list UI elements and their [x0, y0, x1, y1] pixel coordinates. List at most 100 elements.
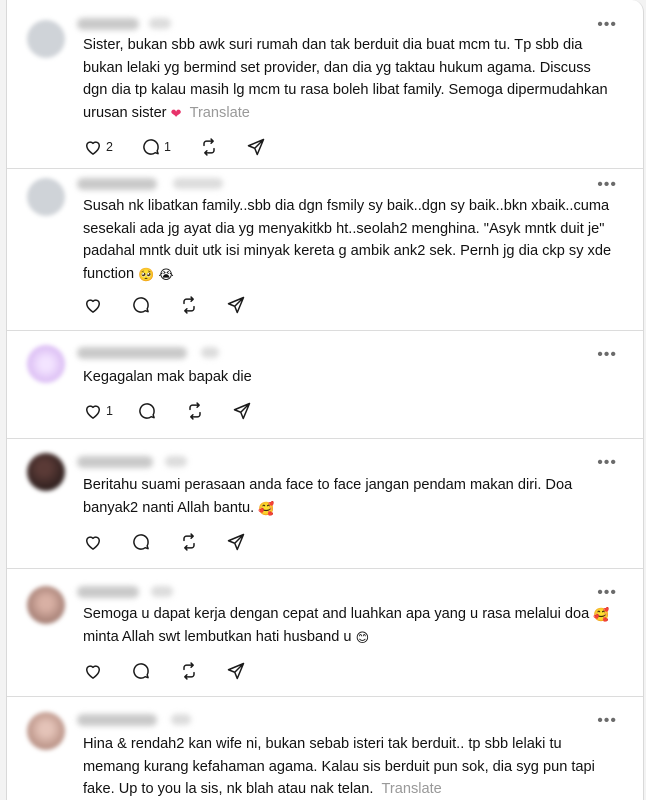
- post-text: Hina & rendah2 kan wife ni, bukan sebab …: [83, 733, 631, 800]
- comment-icon: [133, 534, 149, 550]
- repost-icon: [189, 402, 201, 420]
- post-line: minta Allah swt lembutkan hati husband u…: [83, 626, 631, 649]
- send-icon: [227, 662, 245, 680]
- post-line: Sister, bukan sbb awk suri rumah dan tak…: [83, 37, 583, 53]
- repost-button[interactable]: [179, 661, 199, 681]
- share-button[interactable]: [246, 137, 266, 157]
- avatar[interactable]: [27, 178, 65, 216]
- like-count: 1: [106, 404, 113, 418]
- reply-button[interactable]: [131, 661, 151, 681]
- translate-link[interactable]: Translate: [190, 105, 250, 121]
- send-icon: [247, 138, 265, 156]
- comment-icon: [133, 297, 149, 313]
- like-button[interactable]: [83, 532, 103, 552]
- send-icon: [227, 296, 245, 314]
- translate-link[interactable]: Translate: [382, 781, 442, 797]
- post-text: Susah nk libatkan family..sbb dia dgn fs…: [83, 195, 631, 285]
- post-line-text: fake. Up to you la sis, nk blah atau nak…: [83, 781, 374, 797]
- post-line: Semoga u dapat kerja dengan cepat and lu…: [83, 603, 631, 626]
- timestamp-blurred: [173, 178, 223, 189]
- reply-post: ••• Hina & rendah2 kan wife ni, bukan se…: [7, 696, 643, 800]
- action-bar: [83, 531, 246, 553]
- repost-button[interactable]: [179, 295, 199, 315]
- action-bar: [83, 660, 246, 682]
- action-bar: 1: [83, 400, 252, 422]
- heart-icon: [86, 536, 100, 550]
- heart-icon: [86, 405, 100, 419]
- replies-feed: ••• Sister, bukan sbb awk suri rumah dan…: [6, 0, 644, 800]
- username-blurred[interactable]: [77, 586, 139, 598]
- pleading-face-emoji-icon: 🥺: [138, 266, 155, 282]
- share-button[interactable]: [232, 401, 252, 421]
- post-line: Hina & rendah2 kan wife ni, bukan sebab …: [83, 736, 562, 752]
- comment-icon: [133, 663, 149, 679]
- reply-post: ••• Kegagalan mak bapak die 1: [7, 330, 643, 439]
- repost-button[interactable]: [179, 532, 199, 552]
- avatar[interactable]: [27, 712, 65, 750]
- username-blurred[interactable]: [77, 178, 157, 190]
- like-count: 2: [106, 140, 113, 154]
- reply-button[interactable]: [131, 532, 151, 552]
- reply-button[interactable]: 1: [141, 137, 171, 157]
- more-options-button[interactable]: •••: [597, 713, 617, 729]
- reply-post: ••• Semoga u dapat kerja dengan cepat an…: [7, 568, 643, 697]
- post-line: function 🥺 😭: [83, 263, 631, 286]
- repost-button[interactable]: [199, 137, 219, 157]
- post-line-text: urusan sister: [83, 104, 167, 121]
- post-line: banyak2 nanti Allah bantu. 🥰: [83, 497, 631, 520]
- like-button[interactable]: [83, 661, 103, 681]
- post-line: memang kurang kefahaman agama. Kalau sis…: [83, 758, 595, 775]
- more-options-button[interactable]: •••: [597, 17, 617, 33]
- heart-icon: [86, 665, 100, 679]
- more-options-button[interactable]: •••: [597, 177, 617, 193]
- send-icon: [233, 402, 251, 420]
- reply-button[interactable]: [131, 295, 151, 315]
- like-button[interactable]: [83, 295, 103, 315]
- repost-button[interactable]: [185, 401, 205, 421]
- send-icon: [227, 533, 245, 551]
- smiling-face-emoji-icon: 😊: [355, 629, 370, 645]
- username-blurred[interactable]: [77, 18, 139, 30]
- avatar[interactable]: [27, 453, 65, 491]
- post-line-text: minta Allah swt lembutkan hati husband u: [83, 628, 352, 645]
- post-text: Kegagalan mak bapak die: [83, 369, 252, 385]
- repost-icon: [203, 138, 215, 156]
- repost-icon: [183, 296, 195, 314]
- like-button[interactable]: 1: [83, 401, 113, 421]
- share-button[interactable]: [226, 295, 246, 315]
- avatar[interactable]: [27, 20, 65, 58]
- post-text: Beritahu suami perasaan anda face to fac…: [83, 474, 631, 519]
- more-options-button[interactable]: •••: [597, 347, 617, 363]
- reply-button[interactable]: [137, 401, 157, 421]
- avatar[interactable]: [27, 586, 65, 624]
- more-options-button[interactable]: •••: [597, 585, 617, 601]
- post-line: sesekali ada jg ayat dia yg menyakitkb h…: [83, 220, 605, 237]
- share-button[interactable]: [226, 661, 246, 681]
- comment-icon: [139, 403, 155, 419]
- username-blurred[interactable]: [77, 714, 157, 726]
- share-button[interactable]: [226, 532, 246, 552]
- action-bar: [83, 294, 246, 316]
- post-line: fake. Up to you la sis, nk blah atau nak…: [83, 778, 631, 800]
- username-blurred[interactable]: [77, 456, 153, 468]
- username-blurred[interactable]: [77, 347, 187, 359]
- comment-icon: [143, 139, 159, 155]
- more-options-button[interactable]: •••: [597, 455, 617, 471]
- reply-post: ••• Beritahu suami perasaan anda face to…: [7, 438, 643, 569]
- action-bar: 2 1: [83, 136, 266, 158]
- heart-icon: [86, 141, 100, 155]
- post-line-text: Semoga u dapat kerja dengan cepat and lu…: [83, 606, 590, 622]
- timestamp-blurred: [151, 586, 173, 597]
- post-line-text: banyak2 nanti Allah bantu.: [83, 499, 255, 516]
- post-line: padahal mntk duit utk isi minyak kereta …: [83, 243, 612, 259]
- avatar[interactable]: [27, 345, 65, 383]
- post-line: urusan sister ❤ Translate: [83, 102, 631, 125]
- reply-post: ••• Sister, bukan sbb awk suri rumah dan…: [7, 0, 643, 169]
- post-line-text: function: [83, 265, 135, 282]
- post-line: bukan lelaki yg bermind set provider, da…: [83, 59, 591, 76]
- timestamp-blurred: [165, 456, 187, 467]
- like-button[interactable]: 2: [83, 137, 113, 157]
- post-line: dgn dia tp kalau masih lg mcm tu rasa bo…: [83, 82, 608, 98]
- post-line: Beritahu suami perasaan anda face to fac…: [83, 477, 573, 493]
- heart-emoji-icon: ❤: [170, 105, 182, 121]
